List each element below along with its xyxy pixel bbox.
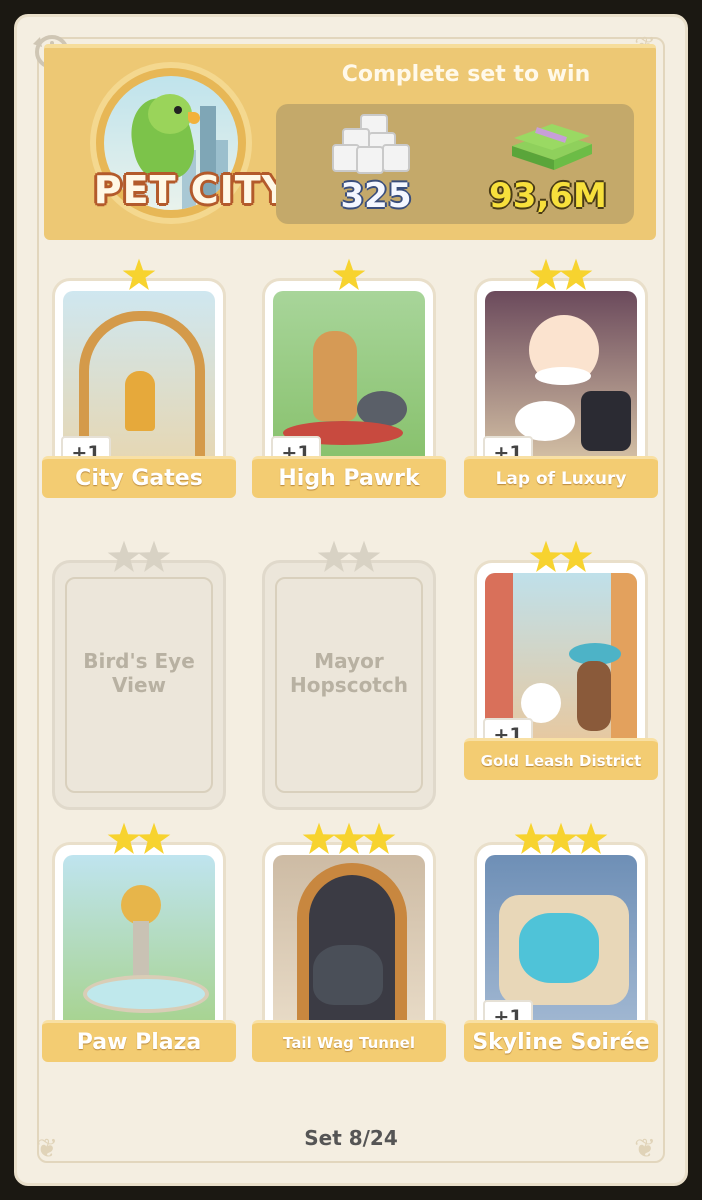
star-rating [474, 822, 648, 856]
dice-reward-value: 325 [340, 176, 412, 216]
star-icon [514, 822, 548, 854]
star-icon [137, 540, 171, 572]
card-name: Gold Leash District [464, 738, 658, 780]
header-highlight [44, 44, 656, 48]
star-icon [317, 540, 351, 572]
card-name: High Pawrk [252, 456, 446, 498]
star-icon [302, 822, 336, 854]
star-rating [474, 258, 648, 292]
star-icon [107, 822, 141, 854]
card-name: Lap of Luxury [464, 456, 658, 498]
card-frame: Mayor Hopscotch [262, 560, 436, 810]
star-icon [529, 540, 563, 572]
star-rating [52, 540, 226, 574]
dice-icon [332, 114, 412, 174]
card-birds-eye-view[interactable]: Bird's Eye View [52, 540, 226, 810]
card-art [273, 855, 425, 1033]
star-icon [559, 258, 593, 290]
card-city-gates[interactable]: +1 City Gates [42, 258, 236, 506]
star-icon [122, 258, 156, 290]
card-mayor-hopscotch[interactable]: Mayor Hopscotch [262, 540, 436, 810]
card-name: Paw Plaza [42, 1020, 236, 1062]
star-icon [332, 258, 366, 290]
star-icon [362, 822, 396, 854]
star-icon [529, 258, 563, 290]
star-icon [347, 540, 381, 572]
star-icon [137, 822, 171, 854]
card-art [63, 855, 215, 1033]
reward-title: Complete set to win [341, 62, 591, 87]
star-rating [52, 822, 226, 856]
set-counter: Set 8/24 [304, 1126, 398, 1150]
star-icon [544, 822, 578, 854]
star-rating [262, 822, 436, 856]
card-high-pawrk[interactable]: +1 High Pawrk [252, 258, 446, 506]
set-header: PET CITY Complete set to win 325 93,6M [44, 44, 656, 240]
card-name: Mayor Hopscotch [290, 649, 408, 697]
star-rating [262, 540, 436, 574]
card-skyline-soiree[interactable]: +1 Skyline Soirée [464, 822, 658, 1070]
card-frame: Bird's Eye View [52, 560, 226, 810]
card-gold-leash-district[interactable]: +1 Gold Leash District [464, 540, 658, 788]
card-tail-wag-tunnel[interactable]: Tail Wag Tunnel [252, 822, 446, 1070]
star-rating [262, 258, 436, 292]
star-icon [332, 822, 366, 854]
reward-box: 325 93,6M [276, 104, 634, 224]
cash-reward-value: 93,6M [489, 176, 607, 216]
card-lap-of-luxury[interactable]: +1 Lap of Luxury [464, 258, 658, 506]
star-icon [574, 822, 608, 854]
card-paw-plaza[interactable]: Paw Plaza [42, 822, 236, 1070]
star-rating [52, 258, 226, 292]
star-rating [474, 540, 648, 574]
card-name: City Gates [42, 456, 236, 498]
star-icon [107, 540, 141, 572]
star-icon [559, 540, 593, 572]
card-name: Skyline Soirée [464, 1020, 658, 1062]
card-name: Tail Wag Tunnel [252, 1020, 446, 1062]
card-name: Bird's Eye View [83, 649, 195, 697]
album-title: PET CITY [93, 168, 291, 212]
cash-stack-icon [506, 118, 596, 174]
